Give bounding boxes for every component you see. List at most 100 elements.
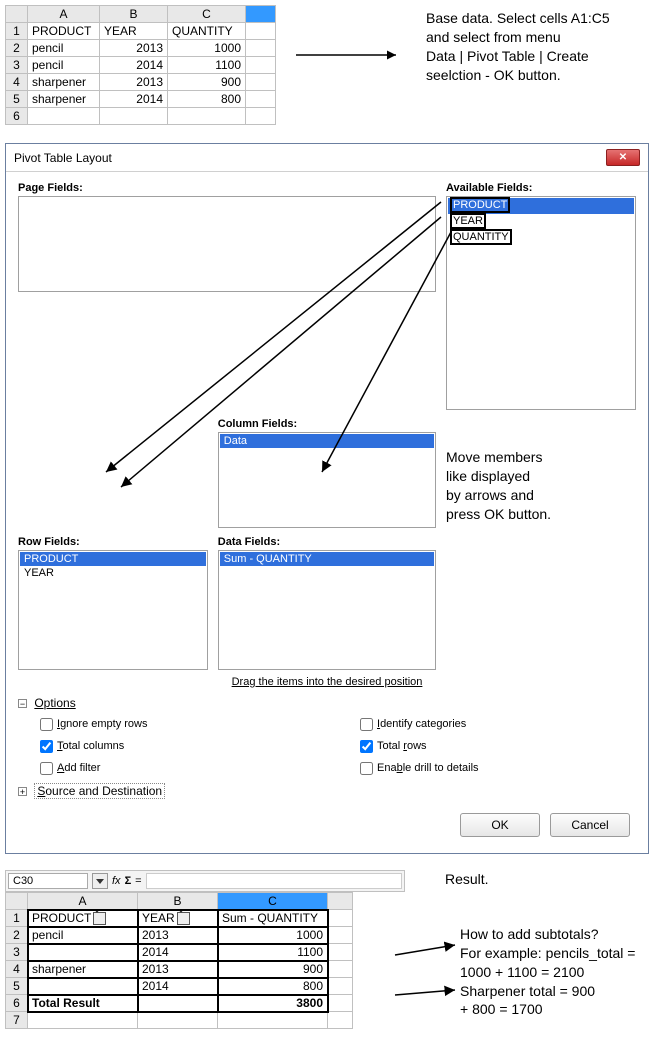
row-fields-listbox[interactable]: PRODUCT YEAR [18, 550, 208, 670]
cell[interactable] [138, 1012, 218, 1029]
cell[interactable]: 900 [168, 74, 246, 91]
cell[interactable]: YEAR [138, 910, 218, 927]
filter-dropdown[interactable] [177, 912, 190, 925]
total-rows-checkbox[interactable]: Total rows [356, 740, 427, 752]
available-field-item[interactable]: QUANTITY [448, 230, 634, 246]
result-sheet[interactable]: A B C 1 PRODUCT YEAR Sum - QUANTITY 2 pe… [5, 892, 353, 1029]
cell[interactable] [328, 927, 353, 944]
cell[interactable]: 2013 [138, 961, 218, 978]
cell[interactable] [246, 57, 276, 74]
available-field-item[interactable]: YEAR [448, 214, 634, 230]
col-header-extra[interactable] [328, 893, 353, 910]
col-header-b[interactable]: B [100, 6, 168, 23]
base-data-sheet[interactable]: A B C 1 PRODUCT YEAR QUANTITY 2 pencil 2… [5, 5, 276, 125]
row-header[interactable]: 5 [6, 91, 28, 108]
row-header[interactable]: 6 [6, 108, 28, 125]
cell-reference-box[interactable]: C30 [8, 873, 88, 889]
corner-cell[interactable] [6, 893, 28, 910]
cell[interactable] [246, 91, 276, 108]
ok-button[interactable]: OK [460, 813, 540, 837]
col-header-extra[interactable] [246, 6, 276, 23]
cell[interactable]: PRODUCT [28, 23, 100, 40]
row-field-item[interactable]: PRODUCT [20, 552, 206, 566]
total-columns-checkbox[interactable]: Total columns [36, 740, 124, 752]
cell[interactable] [28, 108, 100, 125]
cell[interactable]: 2014 [100, 57, 168, 74]
col-header-a[interactable]: A [28, 6, 100, 23]
cell[interactable] [328, 978, 353, 995]
equals-icon[interactable]: = [135, 875, 141, 887]
col-header-b[interactable]: B [138, 893, 218, 910]
row-header[interactable]: 1 [6, 910, 28, 927]
cell[interactable]: YEAR [100, 23, 168, 40]
cell[interactable]: QUANTITY [168, 23, 246, 40]
cell[interactable] [100, 108, 168, 125]
cell[interactable]: 2014 [100, 91, 168, 108]
cell[interactable] [328, 910, 353, 927]
row-header[interactable]: 3 [6, 944, 28, 961]
row-header[interactable]: 1 [6, 23, 28, 40]
row-header[interactable]: 4 [6, 961, 28, 978]
cell[interactable] [246, 23, 276, 40]
cell[interactable]: pencil [28, 927, 138, 944]
cell[interactable] [246, 74, 276, 91]
cell[interactable] [328, 1012, 353, 1029]
row-header[interactable]: 2 [6, 927, 28, 944]
col-header-a[interactable]: A [28, 893, 138, 910]
cell[interactable]: 2013 [138, 927, 218, 944]
row-header[interactable]: 5 [6, 978, 28, 995]
column-field-item[interactable]: Data [220, 434, 434, 448]
sigma-icon[interactable]: Σ [125, 875, 132, 887]
name-box-dropdown[interactable] [92, 873, 108, 889]
cell[interactable]: 1000 [218, 927, 328, 944]
identify-categories-checkbox[interactable]: Identify categories [356, 718, 466, 730]
options-expander[interactable]: − Options [18, 696, 636, 710]
cell[interactable] [28, 1012, 138, 1029]
cancel-button[interactable]: Cancel [550, 813, 630, 837]
cell[interactable]: pencil [28, 57, 100, 74]
cell[interactable] [246, 40, 276, 57]
column-fields-listbox[interactable]: Data [218, 432, 436, 528]
available-field-item[interactable]: PRODUCT [448, 198, 634, 214]
cell[interactable]: Sum - QUANTITY [218, 910, 328, 927]
filter-dropdown[interactable] [93, 912, 106, 925]
available-fields-listbox[interactable]: PRODUCT YEAR QUANTITY [446, 196, 636, 410]
cell[interactable]: 800 [218, 978, 328, 995]
enable-drill-checkbox[interactable]: Enable drill to details [356, 762, 479, 774]
cell[interactable] [246, 108, 276, 125]
cell[interactable]: 900 [218, 961, 328, 978]
cell[interactable] [328, 961, 353, 978]
cell[interactable]: sharpener [28, 961, 138, 978]
close-button[interactable]: ✕ [606, 149, 640, 166]
cell[interactable]: 2014 [138, 978, 218, 995]
cell[interactable]: 3800 [218, 995, 328, 1012]
page-fields-listbox[interactable] [18, 196, 436, 292]
cell[interactable] [138, 995, 218, 1012]
cell[interactable]: 2014 [138, 944, 218, 961]
row-header[interactable]: 3 [6, 57, 28, 74]
cell[interactable]: 1000 [168, 40, 246, 57]
row-header[interactable]: 7 [6, 1012, 28, 1029]
cell[interactable]: 1100 [218, 944, 328, 961]
data-fields-listbox[interactable]: Sum - QUANTITY [218, 550, 436, 670]
formula-input[interactable] [146, 873, 402, 889]
col-header-c[interactable]: C [168, 6, 246, 23]
cell[interactable] [328, 944, 353, 961]
corner-cell[interactable] [6, 6, 28, 23]
cell[interactable]: 800 [168, 91, 246, 108]
cell[interactable] [28, 944, 138, 961]
row-header[interactable]: 6 [6, 995, 28, 1012]
col-header-c[interactable]: C [218, 893, 328, 910]
row-header[interactable]: 2 [6, 40, 28, 57]
data-field-item[interactable]: Sum - QUANTITY [220, 552, 434, 566]
cell[interactable]: Total Result [28, 995, 138, 1012]
cell[interactable]: sharpener [28, 74, 100, 91]
cell[interactable]: 2013 [100, 74, 168, 91]
row-header[interactable]: 4 [6, 74, 28, 91]
fx-icon[interactable]: fx [112, 875, 121, 887]
cell[interactable]: 2013 [100, 40, 168, 57]
cell[interactable] [168, 108, 246, 125]
cell[interactable]: sharpener [28, 91, 100, 108]
row-field-item[interactable]: YEAR [20, 566, 206, 580]
cell[interactable]: PRODUCT [28, 910, 138, 927]
